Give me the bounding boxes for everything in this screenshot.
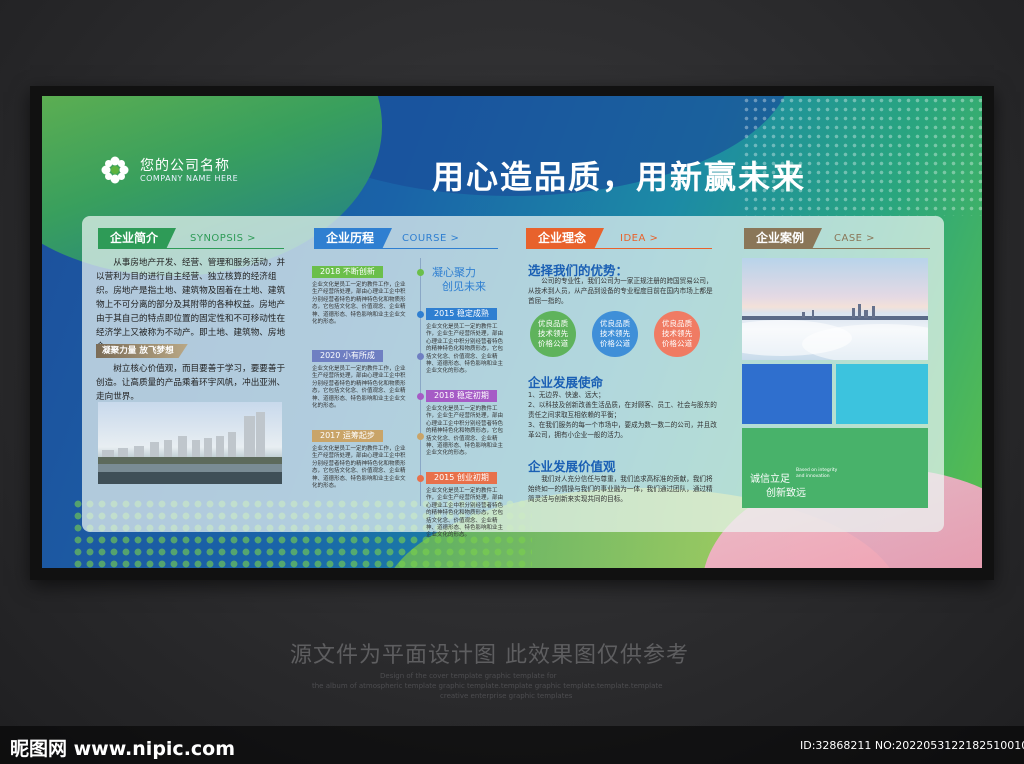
timeline-dot — [417, 393, 424, 400]
timeline-badge: 2018 不断创新 — [312, 266, 383, 278]
synopsis-paragraph: 从事房地产开发、经营、管理和服务活动，并以营利为目的进行自主经营、独立核算的经济… — [96, 258, 286, 352]
site-logo: 昵图网 www.nipic.com — [10, 738, 236, 760]
advantage-line: 优良品质 — [537, 319, 569, 328]
idea-intro: 公司的专业性，我们公司为一家正规注册的跨国贸易公司，从技术到人员，从产品到设备的… — [528, 277, 713, 305]
company-name: 您的公司名称 — [140, 158, 230, 174]
course-divider — [314, 248, 498, 249]
culture-board: 您的公司名称 COMPANY NAME HERE 用心造品质，用新赢未来 企业简… — [42, 96, 982, 568]
values-heading: 企业发展价值观 — [528, 459, 616, 474]
city-skyline-image — [98, 412, 282, 484]
timeline-badge: 2020 小有所成 — [312, 350, 383, 362]
flower-logo-icon — [101, 156, 129, 184]
advantage-line: 优良品质 — [599, 319, 631, 328]
mission-text: 1、无边界、快速、远大； 2、以科技及创新改善生活品质，在对顾客、员工、社会与股… — [528, 391, 717, 439]
idea-tag: 企业理念 — [526, 228, 605, 248]
case-tag: 企业案例 — [744, 228, 823, 248]
timeline-text: 企业文化是员工一定的教件工作，企业生产经营所处理，部由心理业工企中积分别经营者特… — [312, 282, 406, 326]
case-tile-en-2: and innovation — [796, 474, 830, 479]
watermark-line: the album of atmospheric template graphi… — [312, 682, 663, 690]
advantage-line: 技术领先 — [537, 329, 569, 338]
city-photo — [98, 402, 282, 484]
advantage-line: 价格公道 — [537, 339, 569, 348]
advantage-circle: 优良品质 技术领先 价格公道 — [530, 311, 576, 357]
advantage-line: 价格公道 — [661, 339, 693, 348]
advantage-line: 技术领先 — [661, 329, 693, 338]
case-photo — [712, 258, 962, 364]
cityscape-fog-image — [712, 304, 962, 364]
synopsis-tag: 企业简介 — [98, 228, 177, 248]
values-text: 我们对人充分信任与尊重，我们追求高标准的贡献，我们将始终如一的情操与我们的事业融… — [528, 475, 713, 503]
synopsis-sub-tag: 凝聚力量 放飞梦想 — [96, 344, 188, 358]
case-tile-text-1: 诚信立足 — [750, 474, 790, 485]
synopsis-tag-en: SYNOPSIS > — [190, 233, 257, 244]
case-column: 企业案例 CASE > 诚信立足 Based on integrity and … — [712, 216, 962, 532]
slogan: 用心造品质，用新赢未来 — [432, 158, 807, 196]
timeline-text: 企业文化是员工一定的教件工作，企业生产经营所处理，部由心理业工企中积分别经营者特… — [426, 406, 504, 457]
idea-divider — [526, 248, 712, 249]
synopsis-column: 企业简介 SYNOPSIS > 从事房地产开发、经营、管理和服务活动，并以营利为… — [82, 216, 297, 532]
advantage-line: 优良品质 — [661, 319, 693, 328]
case-divider — [744, 248, 930, 249]
company-name-en: COMPANY NAME HERE — [140, 174, 239, 183]
watermark-line: creative enterprise graphic templates — [440, 692, 573, 700]
timeline-dot — [417, 433, 424, 440]
case-tile-text-2: 创新致远 — [766, 488, 806, 499]
timeline-badge: 2018 稳定初期 — [426, 390, 497, 402]
advantage-line: 价格公道 — [599, 339, 631, 348]
course-motto-2: 创见未来 — [442, 280, 486, 293]
timeline-axis — [420, 258, 421, 506]
timeline-text: 企业文化是员工一定的教件工作，企业生产经营所处理，部由心理业工企中积分别经营者特… — [312, 366, 406, 410]
timeline-badge: 2015 创业初期 — [426, 472, 497, 484]
timeline-text: 企业文化是员工一定的教件工作，企业生产经营所处理，部由心理业工企中积分别经营者特… — [426, 324, 504, 375]
course-tag: 企业历程 — [314, 228, 393, 248]
synopsis-sub-paragraph: 树立核心价值观，而目要善于学习，要要善于创造。让高质量的产品乘着环宇风帆，冲出亚… — [96, 364, 286, 402]
advantage-line: 技术领先 — [599, 329, 631, 338]
content-panel: 企业简介 SYNOPSIS > 从事房地产开发、经营、管理和服务活动，并以营利为… — [82, 216, 962, 538]
course-column: 企业历程 COURSE > 凝心聚力 创见未来 2018 不断创新 企业文化是员… — [308, 216, 508, 538]
timeline-dot — [417, 475, 424, 482]
watermark-line: Design of the cover template graphic tem… — [380, 672, 557, 680]
timeline-badge: 2015 稳定成熟 — [426, 308, 497, 320]
idea-tag-en: IDEA > — [620, 233, 659, 244]
mission-heading: 企业发展使命 — [528, 375, 604, 390]
case-tag-en: CASE > — [834, 233, 876, 244]
case-tile-blue — [742, 364, 832, 424]
synopsis-divider — [98, 248, 284, 249]
timeline-dot — [417, 269, 424, 276]
timeline-dot — [417, 353, 424, 360]
idea-column: 企业理念 IDEA > 选择我们的优势： 公司的专业性，我们公司为一家正规注册的… — [522, 216, 722, 532]
case-tile-green: 诚信立足 Based on integrity and innovation 创… — [742, 428, 928, 508]
timeline-text: 企业文化是员工一定的教件工作，企业生产经营所处理，部由心理业工企中积分别经营者特… — [426, 488, 504, 539]
advantage-circle: 优良品质 技术领先 价格公道 — [654, 311, 700, 357]
advantage-circle: 优良品质 技术领先 价格公道 — [592, 311, 638, 357]
case-tile-cyan — [836, 364, 928, 424]
timeline-dot — [417, 311, 424, 318]
course-tag-en: COURSE > — [402, 233, 460, 244]
image-id: ID:32868211 NO:20220531221825100104 — [800, 739, 1024, 752]
timeline-badge: 2017 运筹起步 — [312, 430, 383, 442]
timeline-text: 企业文化是员工一定的教件工作，企业生产经营所处理，部由心理业工企中积分别经营者特… — [312, 446, 406, 490]
watermark-caption: 源文件为平面设计图 此效果图仅供参考 — [290, 643, 689, 668]
